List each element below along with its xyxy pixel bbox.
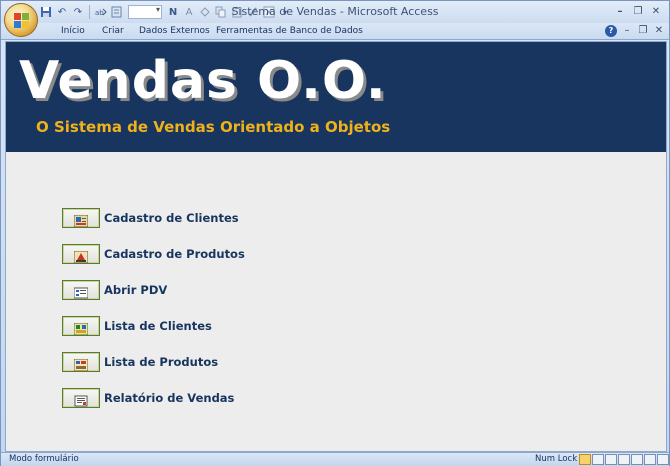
cadastro-produtos-button[interactable] — [62, 244, 100, 264]
lista-produtos-button[interactable] — [62, 352, 100, 372]
access-window: ↶ ↷ ab N A — [0, 0, 670, 466]
layout-view-icon[interactable] — [605, 454, 617, 465]
view-switcher — [579, 454, 669, 465]
window-controls: – ❐ ✕ — [611, 3, 665, 19]
minimize-icon[interactable]: – — [611, 3, 629, 19]
relatorio-vendas-button[interactable] — [62, 388, 100, 408]
menu-item-cadastro-clientes: Cadastro de Clientes — [62, 208, 322, 230]
design-view-icon[interactable] — [618, 454, 630, 465]
tab-ferramentas-banco-dados[interactable]: Ferramentas de Banco de Dados — [216, 26, 363, 36]
abrir-pdv-label[interactable]: Abrir PDV — [104, 283, 167, 297]
doc-minimize-icon[interactable]: – — [621, 24, 633, 37]
menu-item-cadastro-produtos: Cadastro de Produtos — [62, 244, 322, 266]
title-bar: ↶ ↷ ab N A — [1, 1, 669, 23]
maximize-icon[interactable]: ❐ — [629, 3, 647, 19]
chart-view-icon[interactable] — [644, 454, 656, 465]
doc-close-icon[interactable]: ✕ — [653, 24, 665, 37]
office-logo-icon — [14, 13, 30, 29]
form-subtitle: O Sistema de Vendas Orientado a Objetos — [36, 118, 391, 136]
products-list-icon — [73, 356, 89, 372]
sql-view-icon[interactable] — [657, 454, 669, 465]
lista-produtos-label[interactable]: Lista de Produtos — [104, 355, 218, 369]
relatorio-vendas-label[interactable]: Relatório de Vendas — [104, 391, 234, 405]
document-controls: ? – ❐ ✕ — [605, 24, 665, 37]
status-mode: Modo formulário — [9, 454, 79, 464]
cadastro-clientes-button[interactable] — [62, 208, 100, 228]
status-numlock: Num Lock — [535, 454, 578, 464]
pos-form-icon — [73, 284, 89, 299]
tab-criar[interactable]: Criar — [102, 26, 124, 36]
tab-inicio[interactable]: Início — [61, 26, 85, 36]
form-title: Vendas O.O. — [19, 51, 387, 111]
tab-dados-externos[interactable]: Dados Externos — [139, 26, 210, 36]
menu-item-lista-clientes: Lista de Clientes — [62, 316, 322, 338]
menu-item-abrir-pdv: Abrir PDV — [62, 280, 322, 302]
sales-report-icon — [74, 392, 88, 407]
cadastro-produtos-label[interactable]: Cadastro de Produtos — [104, 247, 245, 261]
main-form: Vendas O.O. O Sistema de Vendas Orientad… — [5, 41, 667, 452]
title-separator: - — [336, 5, 348, 18]
help-icon[interactable]: ? — [605, 24, 617, 37]
customers-list-icon — [73, 320, 89, 336]
customers-form-icon — [73, 212, 89, 228]
lista-clientes-button[interactable] — [62, 316, 100, 336]
lista-clientes-label[interactable]: Lista de Clientes — [104, 319, 212, 333]
form-header: Vendas O.O. O Sistema de Vendas Orientad… — [6, 42, 666, 152]
menu-item-relatorio-vendas: Relatório de Vendas — [62, 388, 322, 410]
datasheet-view-icon[interactable] — [592, 454, 604, 465]
abrir-pdv-button[interactable] — [62, 280, 100, 300]
application-name: Microsoft Access — [347, 5, 439, 18]
pivot-view-icon[interactable] — [631, 454, 643, 465]
status-bar: Modo formulário Num Lock — [1, 452, 669, 466]
doc-restore-icon[interactable]: ❐ — [637, 24, 649, 37]
close-icon[interactable]: ✕ — [647, 3, 665, 19]
office-button[interactable] — [4, 3, 38, 37]
document-title: Sistema de Vendas — [231, 5, 337, 18]
products-form-icon — [73, 248, 89, 264]
form-view-icon[interactable] — [579, 454, 591, 465]
cadastro-clientes-label[interactable]: Cadastro de Clientes — [104, 211, 239, 225]
menu-item-lista-produtos: Lista de Produtos — [62, 352, 322, 374]
window-title: Sistema de Vendas - Microsoft Access — [1, 5, 669, 18]
ribbon-tabs: Início Criar Dados Externos Ferramentas … — [1, 23, 669, 40]
